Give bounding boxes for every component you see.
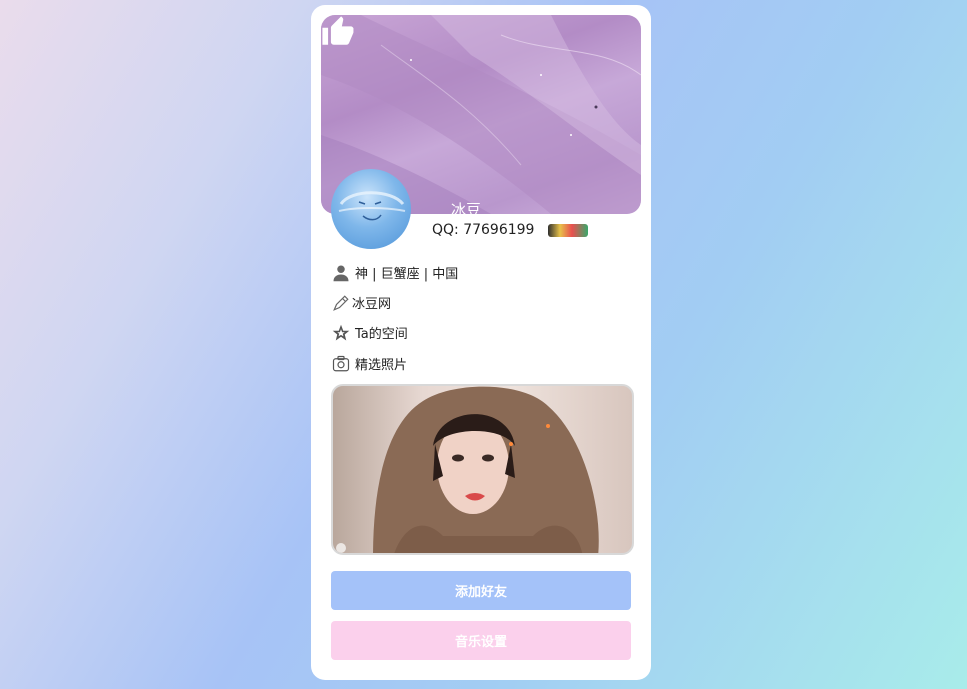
portrait-image [336, 386, 599, 553]
camera-icon [332, 355, 350, 371]
info-row-website[interactable]: 冰豆网 [332, 293, 391, 312]
qq-info: QQ: 77696199 [432, 222, 589, 238]
add-friend-button[interactable]: 添加好友 [331, 571, 631, 610]
info-row-photos[interactable]: 精选照片 [332, 354, 407, 373]
vip-badge-icon [548, 223, 589, 237]
avatar[interactable] [331, 169, 411, 249]
qq-number: QQ: 77696199 [432, 222, 535, 238]
pen-icon [333, 294, 349, 311]
music-settings-button[interactable]: 音乐设置 [331, 621, 631, 660]
profile-name: 冰豆 [451, 201, 482, 214]
profile-card: 冰豆 QQ: 77696199 神 | 巨蟹座 | 中国 冰豆网 Ta的空间 精… [311, 5, 651, 680]
info-text-photos: 精选照片 [355, 358, 408, 373]
info-row-identity: 神 | 巨蟹座 | 中国 [332, 263, 458, 282]
info-text-identity: 神 | 巨蟹座 | 中国 [355, 267, 459, 282]
thumbs-up-icon[interactable] [321, 15, 355, 49]
info-row-space[interactable]: Ta的空间 [332, 323, 408, 342]
star-icon [332, 324, 350, 340]
info-text-website: 冰豆网 [352, 297, 392, 312]
smiley-cloud-icon [338, 191, 406, 221]
info-text-space: Ta的空间 [355, 327, 408, 342]
featured-photo[interactable] [331, 384, 634, 555]
user-icon [333, 265, 349, 281]
